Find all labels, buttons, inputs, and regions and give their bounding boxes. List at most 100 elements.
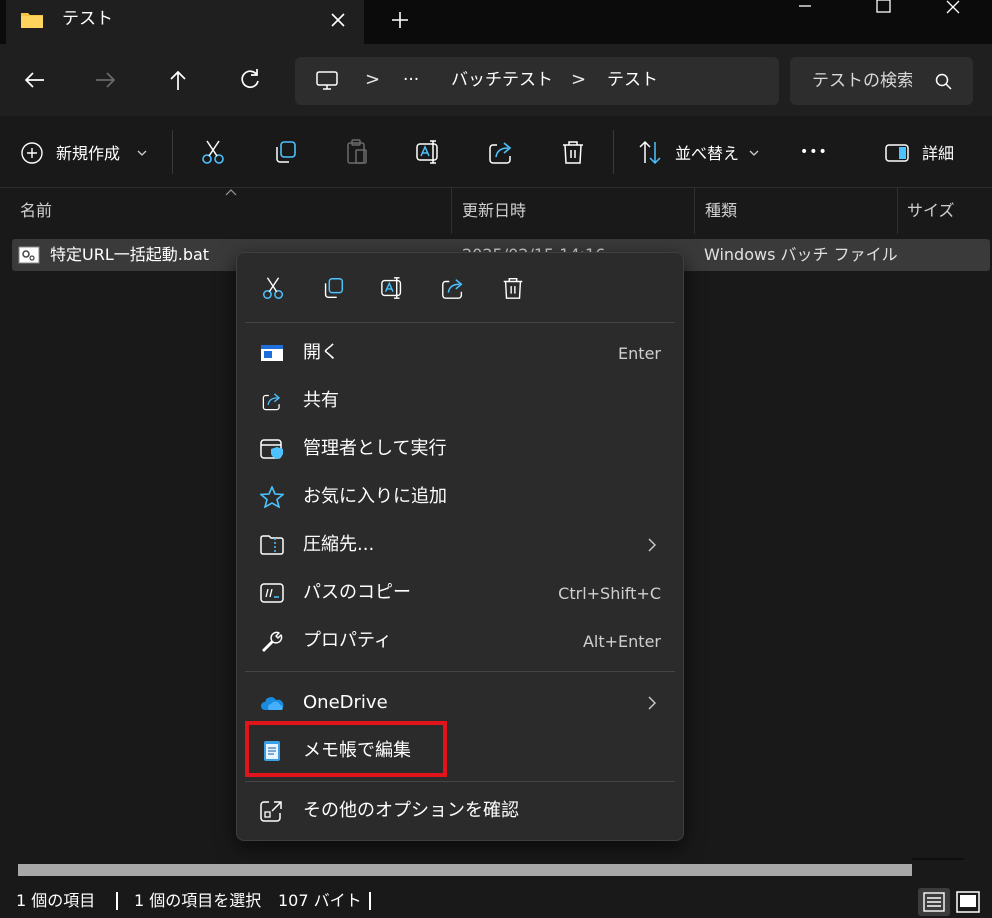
horizontal-scrollbar[interactable] <box>18 864 912 876</box>
column-divider[interactable] <box>694 188 695 234</box>
chevron-right-icon <box>647 694 657 712</box>
onedrive-cloud-icon <box>260 692 284 714</box>
status-size: 107 バイト <box>278 891 362 910</box>
chevron-right-icon <box>647 536 657 554</box>
chevron-down-icon[interactable] <box>136 138 148 166</box>
menu-item-label: 共有 <box>303 390 339 411</box>
divider <box>172 130 173 174</box>
tab-test[interactable]: テスト <box>6 0 364 44</box>
refresh-icon[interactable] <box>234 64 266 96</box>
highlight-annotation <box>245 721 447 777</box>
more-button[interactable]: ••• <box>800 141 828 163</box>
sort-icon[interactable] <box>637 138 663 166</box>
breadcrumb-item-batch-test[interactable]: バッチテスト <box>451 69 553 91</box>
new-button[interactable]: 新規作成 <box>56 143 120 165</box>
up-arrow-icon[interactable] <box>162 64 194 96</box>
breadcrumb-more[interactable]: ··· <box>403 69 419 91</box>
menu-item-properties[interactable]: プロパティ Alt+Enter <box>245 619 675 663</box>
menu-item-label: お気に入りに追加 <box>303 486 447 507</box>
details-button[interactable]: 詳細 <box>922 143 954 165</box>
plus-icon[interactable] <box>386 8 414 32</box>
star-icon <box>260 486 284 508</box>
search-placeholder: テストの検索 <box>812 71 912 91</box>
new-plus-icon[interactable] <box>20 138 44 166</box>
menu-item-label: その他のオプションを確認 <box>303 800 519 821</box>
share-icon[interactable] <box>487 138 515 166</box>
file-type: Windows バッチ ファイル <box>704 245 898 264</box>
rename-icon[interactable] <box>415 138 443 166</box>
share-icon <box>260 390 284 412</box>
status-divider <box>369 892 371 910</box>
menu-separator <box>245 671 675 672</box>
menu-item-label: OneDrive <box>303 692 388 713</box>
column-modified[interactable]: 更新日時 <box>462 200 526 222</box>
menu-item-compress[interactable]: 圧縮先... <box>245 523 675 567</box>
sort-button[interactable]: 並べ替え <box>675 143 739 165</box>
computer-icon <box>315 71 339 91</box>
menu-shortcut: Enter <box>618 344 661 363</box>
rename-icon[interactable] <box>380 275 406 301</box>
menu-item-label: 圧縮先... <box>303 534 375 555</box>
open-icon <box>260 342 284 364</box>
more-options-icon <box>260 800 284 822</box>
menu-item-share[interactable]: 共有 <box>245 379 675 423</box>
menu-item-label: パスのコピー <box>303 582 411 603</box>
search-input[interactable]: テストの検索 <box>790 57 973 105</box>
menu-item-label: プロパティ <box>303 630 392 651</box>
minimize-icon[interactable] <box>775 0 835 26</box>
wrench-icon <box>260 630 284 652</box>
menu-item-onedrive[interactable]: OneDrive <box>245 681 675 725</box>
sort-caret-icon <box>224 188 238 198</box>
back-arrow-icon[interactable] <box>18 64 50 96</box>
menu-shortcut: Alt+Enter <box>582 632 661 651</box>
status-item-count: 1 個の項目 <box>16 891 96 910</box>
chevron-down-icon[interactable] <box>748 138 760 166</box>
admin-shield-icon <box>260 438 284 460</box>
breadcrumb-separator[interactable]: > <box>365 69 380 91</box>
scrollbar-track <box>912 858 964 860</box>
status-divider <box>116 892 118 910</box>
copy-icon[interactable] <box>320 275 346 301</box>
folder-icon <box>20 11 44 29</box>
tiles-view-icon[interactable] <box>952 888 984 916</box>
menu-separator <box>245 322 675 323</box>
delete-icon[interactable] <box>559 138 587 166</box>
cut-icon[interactable] <box>260 275 286 301</box>
command-bar: 新規作成 並べ替え ••• 詳細 <box>0 116 992 188</box>
tab-title: テスト <box>62 9 113 29</box>
maximize-icon[interactable] <box>853 0 913 26</box>
menu-separator <box>245 781 675 782</box>
close-icon[interactable] <box>326 8 350 32</box>
menu-item-run-as-admin[interactable]: 管理者として実行 <box>245 427 675 471</box>
search-icon[interactable] <box>934 72 954 92</box>
menu-item-more-options[interactable]: その他のオプションを確認 <box>245 789 675 833</box>
address-bar[interactable]: > ··· バッチテスト > テスト <box>295 57 779 105</box>
menu-item-open[interactable]: 開く Enter <box>245 331 675 375</box>
navigation-bar: > ··· バッチテスト > テスト テストの検索 <box>0 44 992 116</box>
column-divider[interactable] <box>897 188 898 234</box>
breadcrumb-separator[interactable]: > <box>571 69 586 91</box>
column-name[interactable]: 名前 <box>20 200 52 222</box>
column-size[interactable]: サイズ <box>907 200 955 222</box>
file-name: 特定URL一括起動.bat <box>50 245 210 264</box>
menu-item-label: 管理者として実行 <box>303 438 447 459</box>
column-type[interactable]: 種類 <box>705 200 737 222</box>
paste-icon[interactable] <box>343 138 371 166</box>
status-selected: 1 個の項目を選択 <box>134 891 262 910</box>
menu-shortcut: Ctrl+Shift+C <box>558 584 661 603</box>
column-header: 名前 更新日時 種類 サイズ <box>0 188 992 234</box>
breadcrumb-item-test[interactable]: テスト <box>607 69 658 91</box>
cut-icon[interactable] <box>199 138 227 166</box>
window-close-icon[interactable] <box>922 0 982 26</box>
column-divider[interactable] <box>451 188 452 234</box>
details-view-icon[interactable] <box>918 888 950 916</box>
menu-item-copy-path[interactable]: パスのコピー Ctrl+Shift+C <box>245 571 675 615</box>
delete-icon[interactable] <box>500 275 526 301</box>
details-pane-icon[interactable] <box>884 138 910 166</box>
copy-icon[interactable] <box>271 138 299 166</box>
share-icon[interactable] <box>440 275 466 301</box>
menu-item-label: 開く <box>303 342 339 363</box>
forward-arrow-icon[interactable] <box>90 64 122 96</box>
menu-item-add-favorite[interactable]: お気に入りに追加 <box>245 475 675 519</box>
title-bar: テスト <box>0 0 992 44</box>
